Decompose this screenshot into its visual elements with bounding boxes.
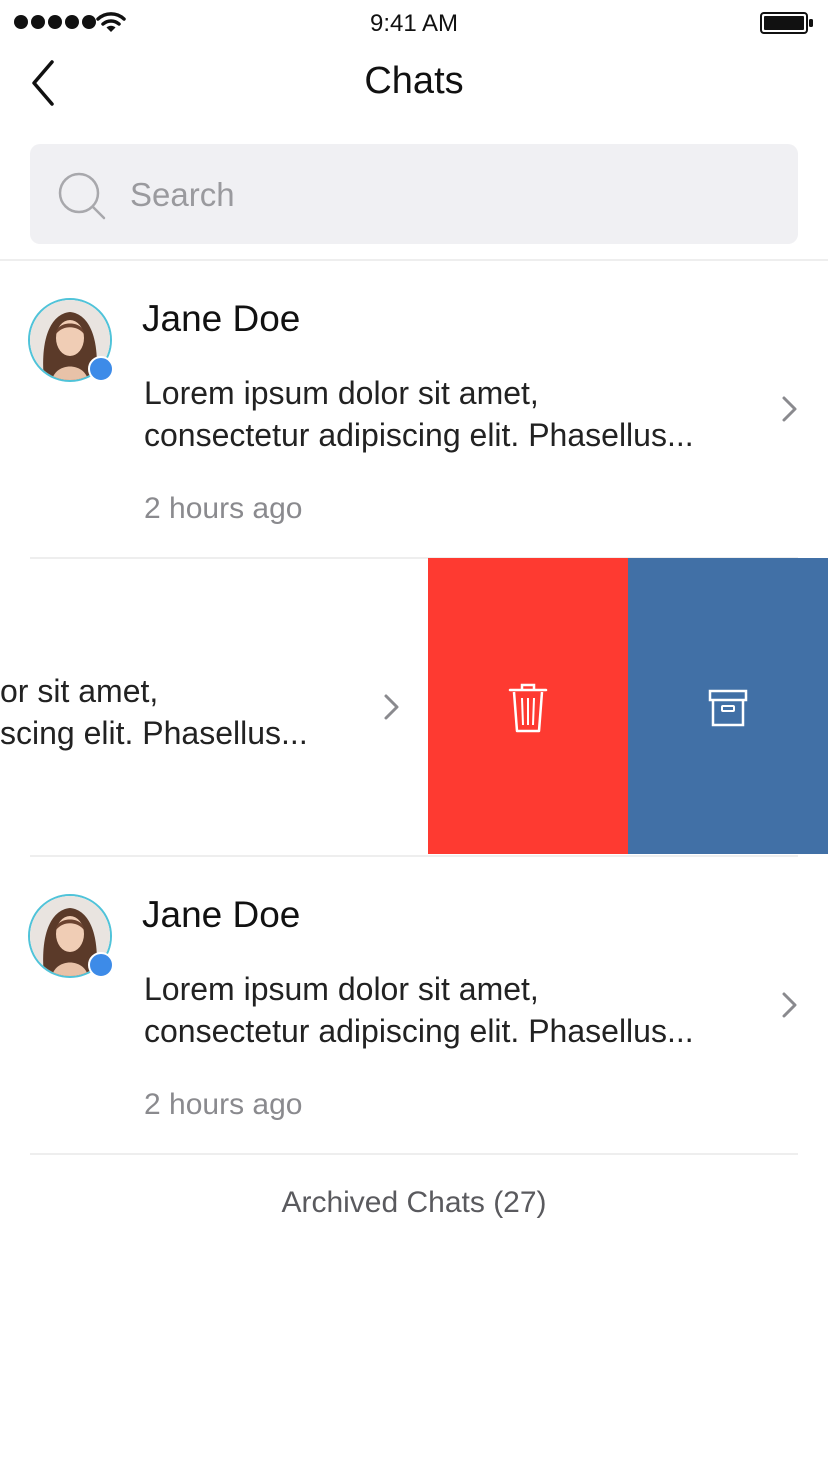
- message-line: scing elit. Phasellus...: [0, 715, 308, 751]
- trash-icon: [508, 683, 548, 733]
- page-title: Chats: [364, 60, 464, 102]
- battery-icon: [760, 12, 813, 34]
- search-input[interactable]: [130, 168, 770, 222]
- online-status-dot: [88, 356, 114, 382]
- chat-row-swiped[interactable]: or sit amet, scing elit. Phasellus...: [0, 558, 828, 856]
- archive-button[interactable]: [628, 558, 828, 854]
- avatar: [28, 298, 114, 382]
- chat-timestamp: 2 hours ago: [144, 492, 303, 525]
- chat-message-preview: Lorem ipsum dolor sit amet, consectetur …: [144, 968, 744, 1052]
- chevron-right-icon: [782, 396, 797, 422]
- chat-name: Jane Doe: [142, 894, 301, 935]
- delete-button[interactable]: [428, 558, 628, 854]
- divider: [30, 1153, 798, 1155]
- chat-timestamp: 2 hours ago: [144, 1088, 303, 1121]
- chat-row[interactable]: Jane Doe Lorem ipsum dolor sit amet, con…: [0, 260, 828, 556]
- archive-box-icon: [708, 689, 748, 727]
- search-icon: [58, 172, 106, 220]
- message-line: Lorem ipsum dolor sit amet,: [144, 971, 539, 1007]
- chat-message-preview: Lorem ipsum dolor sit amet, consectetur …: [144, 372, 744, 456]
- chat-message-preview: or sit amet, scing elit. Phasellus...: [0, 670, 342, 754]
- chat-name: Jane Doe: [142, 298, 301, 339]
- chat-row[interactable]: Jane Doe Lorem ipsum dolor sit amet, con…: [0, 856, 828, 1152]
- message-line: consectetur adipiscing elit. Phasellus..…: [144, 1013, 694, 1049]
- message-line: consectetur adipiscing elit. Phasellus..…: [144, 417, 694, 453]
- chevron-right-icon: [384, 694, 399, 720]
- online-status-dot: [88, 952, 114, 978]
- avatar: [28, 894, 114, 978]
- status-time: 9:41 AM: [369, 10, 459, 37]
- status-bar: 9:41 AM: [0, 0, 828, 50]
- search-bar[interactable]: [30, 144, 798, 244]
- chevron-right-icon: [782, 992, 797, 1018]
- message-line: or sit amet,: [0, 673, 159, 709]
- archived-chats-link[interactable]: Archived Chats (27): [0, 1186, 828, 1220]
- message-line: Lorem ipsum dolor sit amet,: [144, 375, 539, 411]
